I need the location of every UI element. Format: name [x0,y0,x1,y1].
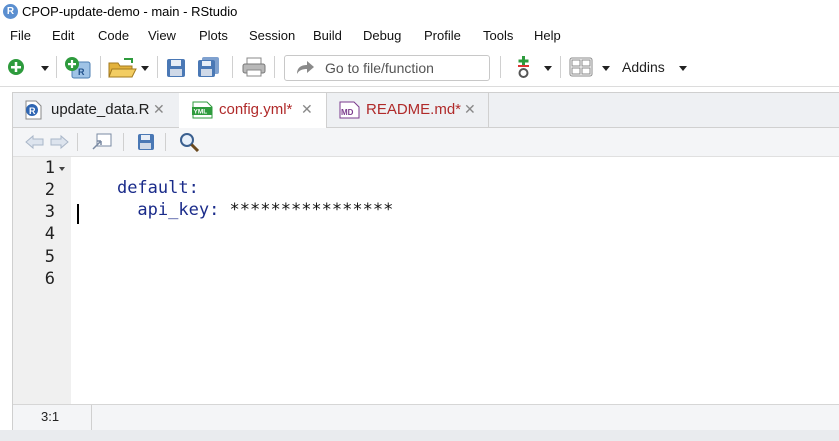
editor-status-bar: 3:1 [13,404,839,430]
md-file-icon: MD [339,101,360,119]
svg-text:MD: MD [341,108,354,117]
source-editor-pane: R update_data.R ✕ YML config.yml* ✕ MD R… [12,92,839,430]
lower-pane-edge [0,430,839,441]
main-toolbar: R Go to file/function Addins [0,50,839,87]
forward-arrow-icon[interactable] [49,134,69,150]
r-file-icon: R [25,100,42,120]
menu-code[interactable]: Code [98,28,129,43]
save-all-button[interactable] [197,56,221,83]
addins-menu[interactable]: Addins [622,59,665,75]
line-number: 4 [44,224,55,244]
pane-layout-button[interactable] [569,57,593,82]
fold-toggle-icon[interactable] [59,167,65,171]
go-to-file-placeholder: Go to file/function [325,60,434,76]
editor-toolbar [13,128,839,157]
menu-tools[interactable]: Tools [483,28,513,43]
line-number: 5 [44,247,55,267]
svg-text:R: R [29,106,36,116]
rstudio-logo-icon: R [3,4,18,19]
window-title: CPOP-update-demo - main - RStudio [22,4,238,19]
status-divider [91,405,92,430]
editor-tab-bar: R update_data.R ✕ YML config.yml* ✕ MD R… [13,93,839,128]
svg-text:R: R [78,67,85,77]
new-project-button[interactable]: R [64,56,92,85]
printer-icon [242,57,266,77]
tab-label: README.md* [366,101,462,118]
cursor-position: 3:1 [41,409,60,424]
new-project-icon: R [65,57,91,79]
go-to-file-input[interactable]: Go to file/function [284,55,490,81]
new-file-icon [8,59,24,75]
save-all-icon [198,57,219,77]
menu-edit[interactable]: Edit [52,28,74,43]
close-tab-icon[interactable]: ✕ [301,101,313,118]
version-control-button[interactable] [514,55,534,84]
vcs-commit-icon [518,56,529,78]
back-arrow-icon[interactable] [25,134,45,150]
new-file-button[interactable] [7,58,25,81]
search-icon[interactable] [179,132,201,152]
line-number: 2 [44,180,55,200]
menu-profile[interactable]: Profile [424,28,461,43]
grid-layout-icon [569,57,593,77]
tab-update-data-r[interactable]: R update_data.R ✕ [13,93,180,127]
svg-text:YML: YML [194,109,208,116]
open-file-button[interactable] [108,57,138,84]
close-tab-icon[interactable]: ✕ [464,101,476,118]
tab-config-yml[interactable]: YML config.yml* ✕ [179,93,327,128]
pane-layout-dropdown-caret[interactable] [602,66,610,71]
text-cursor [77,204,79,224]
yaml-key: api_key: [116,200,220,220]
line-number: 6 [44,269,55,289]
close-tab-icon[interactable]: ✕ [153,101,165,118]
editor-save-icon[interactable] [137,133,155,151]
menu-help[interactable]: Help [534,28,561,43]
tab-label: update_data.R [51,101,150,118]
title-bar: R CPOP-update-demo - main - RStudio [0,0,839,24]
menu-view[interactable]: View [148,28,176,43]
yml-file-icon: YML [192,101,213,119]
menu-file[interactable]: File [10,28,31,43]
tab-readme-md[interactable]: MD README.md* ✕ [326,93,489,127]
show-in-window-icon[interactable] [91,133,113,151]
line-number-gutter: 1 2 3 4 5 6 [13,157,71,404]
save-button[interactable] [166,58,186,83]
menu-plots[interactable]: Plots [199,28,228,43]
addins-dropdown-caret[interactable] [679,66,687,71]
tab-label: config.yml* [219,101,293,118]
print-button[interactable] [242,57,266,82]
new-file-dropdown-caret[interactable] [41,66,49,71]
menu-build[interactable]: Build [313,28,342,43]
open-file-dropdown-caret[interactable] [141,66,149,71]
code-line-2[interactable]: api_key: **************** [76,180,393,240]
menu-session[interactable]: Session [249,28,295,43]
line-number: 3 [44,202,55,222]
open-folder-icon [108,58,137,78]
vcs-dropdown-caret[interactable] [544,66,552,71]
save-icon [167,59,185,77]
line-number: 1 [44,158,55,178]
go-to-arrow-icon [297,61,314,74]
yaml-value: **************** [219,200,394,220]
menu-debug[interactable]: Debug [363,28,401,43]
menu-bar: File Edit Code View Plots Session Build … [0,26,839,48]
